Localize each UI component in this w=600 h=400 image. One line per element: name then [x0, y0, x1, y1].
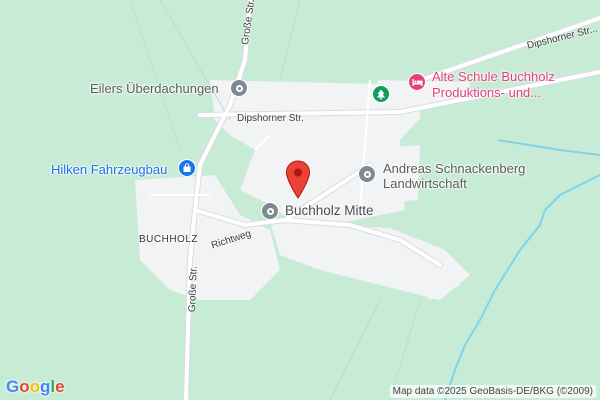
- water-stream: [444, 139, 600, 400]
- poi-marker-forest[interactable]: [372, 85, 390, 103]
- google-logo-letter: o: [29, 377, 41, 396]
- map-canvas[interactable]: Große Str. Dipshorner Str. Dipshorner St…: [0, 0, 600, 400]
- poi-label-schnackenberg-line1[interactable]: Andreas Schnackenberg: [383, 161, 525, 176]
- shopping-bag-icon: [183, 163, 191, 172]
- bed-icon: [412, 78, 422, 86]
- poi-marker-schnackenberg[interactable]: [358, 165, 376, 183]
- circle-poi-icon: [266, 207, 274, 215]
- poi-label-alte-schule-line2[interactable]: Produktions- und...: [432, 85, 541, 100]
- map-pin-icon[interactable]: [285, 160, 311, 200]
- circle-poi-icon: [235, 84, 243, 92]
- poi-marker-hilken[interactable]: [178, 159, 196, 177]
- poi-label-eilers[interactable]: Eilers Überdachungen: [90, 81, 219, 96]
- poi-marker-buchholz-mitte[interactable]: [261, 202, 279, 220]
- google-logo-letter: o: [19, 377, 30, 396]
- poi-label-hilken[interactable]: Hilken Fahrzeugbau: [51, 162, 167, 177]
- poi-marker-eilers[interactable]: [230, 79, 248, 97]
- poi-label-buchholz-mitte[interactable]: Buchholz Mitte: [285, 203, 374, 218]
- area-label-buchholz: BUCHHOLZ: [139, 234, 199, 245]
- poi-label-schnackenberg-line2[interactable]: Landwirtschaft: [383, 176, 467, 191]
- street-label-grosse-str-bottom: Große Str.: [187, 265, 200, 313]
- google-logo-letter: g: [40, 377, 51, 396]
- google-logo-letter: G: [6, 377, 20, 396]
- map-base-layer: [129, 0, 600, 400]
- circle-poi-icon: [363, 170, 371, 178]
- street-label-dipshorner-str: Dipshorner Str.: [237, 113, 304, 124]
- google-logo-letter: e: [55, 377, 65, 396]
- map-attribution: Map data ©2025 GeoBasis-DE/BKG (©2009): [389, 385, 596, 398]
- poi-marker-alte-schule[interactable]: [408, 73, 426, 91]
- tree-icon: [377, 89, 385, 99]
- poi-label-alte-schule-line1[interactable]: Alte Schule Buchholz: [432, 69, 555, 84]
- google-logo: Google: [6, 377, 65, 397]
